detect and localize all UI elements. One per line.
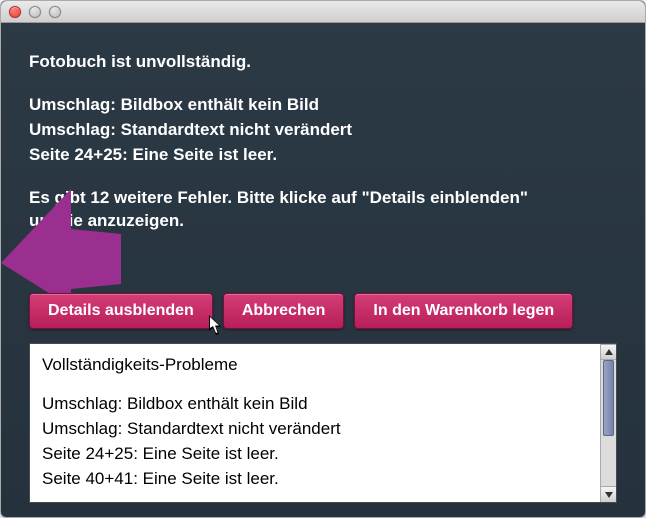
- more-errors-text: Es gibt 12 weitere Fehler. Bitte klicke …: [29, 187, 549, 233]
- summary-line: Seite 24+25: Eine Seite ist leer.: [29, 144, 617, 167]
- scroll-trough[interactable]: [601, 360, 616, 486]
- details-scrollbar[interactable]: [600, 344, 616, 502]
- toggle-details-button[interactable]: Details ausblenden: [29, 293, 213, 329]
- dialog-content: Fotobuch ist unvollständig. Umschlag: Bi…: [29, 51, 617, 251]
- add-to-cart-button[interactable]: In den Warenkorb legen: [354, 293, 573, 329]
- minimize-icon[interactable]: [29, 6, 41, 18]
- dialog-heading: Fotobuch ist unvollständig.: [29, 51, 617, 74]
- button-row: Details ausblenden Abbrechen In den Ware…: [29, 293, 617, 329]
- close-icon[interactable]: [9, 6, 21, 18]
- scroll-down-icon[interactable]: [601, 486, 616, 502]
- summary-lines: Umschlag: Bildbox enthält kein Bild Umsc…: [29, 94, 617, 167]
- window-titlebar: [1, 1, 645, 23]
- details-line: Umschlag: Standardtext nicht verändert: [42, 418, 588, 441]
- details-panel: Vollständigkeits-Probleme Umschlag: Bild…: [29, 343, 617, 503]
- zoom-icon[interactable]: [49, 6, 61, 18]
- scroll-up-icon[interactable]: [601, 344, 616, 360]
- summary-line: Umschlag: Bildbox enthält kein Bild: [29, 94, 617, 117]
- details-line: Seite 40+41: Eine Seite ist leer.: [42, 468, 588, 491]
- scroll-thumb[interactable]: [603, 360, 614, 436]
- dialog-window: Fotobuch ist unvollständig. Umschlag: Bi…: [0, 0, 646, 518]
- summary-line: Umschlag: Standardtext nicht verändert: [29, 119, 617, 142]
- details-title: Vollständigkeits-Probleme: [42, 354, 588, 377]
- cancel-button[interactable]: Abbrechen: [223, 293, 345, 329]
- details-line: Umschlag: Bildbox enthält kein Bild: [42, 393, 588, 416]
- details-body: Vollständigkeits-Probleme Umschlag: Bild…: [30, 344, 600, 502]
- details-line: Seite 24+25: Eine Seite ist leer.: [42, 443, 588, 466]
